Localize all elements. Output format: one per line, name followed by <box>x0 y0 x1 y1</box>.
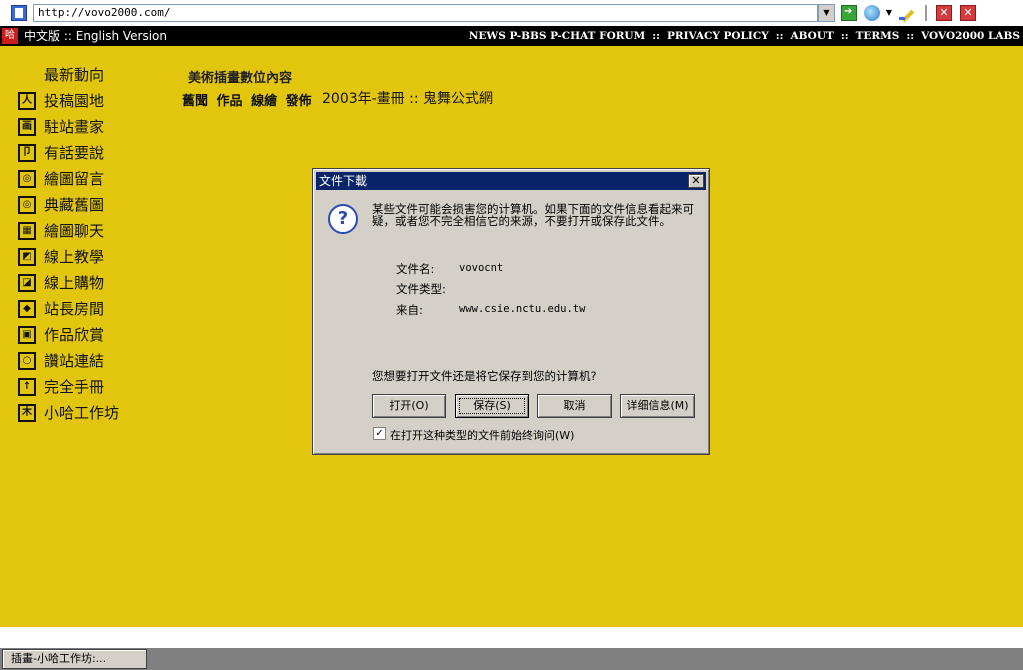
chevron-down-icon[interactable]: ▼ <box>884 5 894 21</box>
dialog-title-bar[interactable]: 文件下載 ✕ <box>316 172 706 190</box>
sidebar-item-admin-room[interactable]: ◆ 站長房間 <box>18 296 158 322</box>
sidebar-item-news[interactable]: 最新動向 <box>18 62 158 88</box>
sidebar-item-artists[interactable]: 画 駐站畫家 <box>18 114 158 140</box>
save-button[interactable]: 保存(S) <box>455 394 529 418</box>
nav-separator: :: <box>775 30 784 42</box>
sidebar-item-shop[interactable]: ◪ 線上購物 <box>18 270 158 296</box>
file-source-label: 来自: <box>396 303 423 317</box>
door-icon: ◆ <box>18 300 36 318</box>
easel-icon: 画 <box>18 118 36 136</box>
gear-icon: ◎ <box>18 170 36 188</box>
file-name-label: 文件名: <box>396 262 435 276</box>
nav-separator: :: <box>840 30 849 42</box>
close-icon[interactable]: ✕ <box>960 5 976 21</box>
sidebar-item-label: 完全手冊 <box>44 378 105 396</box>
dialog-close-button[interactable]: ✕ <box>688 174 704 188</box>
person-icon: 人 <box>18 92 36 110</box>
file-name-value: vovocnt <box>459 262 504 274</box>
tab-works[interactable]: 作品 <box>217 94 243 109</box>
details-button[interactable]: 详细信息(M) <box>620 394 695 418</box>
sidebar-item-manual[interactable]: ↑ 完全手冊 <box>18 374 158 400</box>
always-ask-checkbox[interactable]: ✓ <box>373 427 386 440</box>
nav-terms-link[interactable]: TERMS <box>856 30 900 42</box>
sidebar-item-label: 繪圖聊天 <box>44 222 105 240</box>
edit-pencil-icon[interactable] <box>899 5 915 21</box>
gear-icon: ◎ <box>18 196 36 214</box>
sidebar-item-label: 有話要說 <box>44 144 105 162</box>
content-tabs: 舊聞 作品 線繪 發佈 <box>182 90 316 109</box>
sidebar-item-submit[interactable]: 人 投稿園地 <box>18 88 158 114</box>
tab-line-art[interactable]: 線繪 <box>251 94 277 109</box>
close-window-icon[interactable]: ✕ <box>936 5 952 21</box>
nav-labs-link[interactable]: VOVO2000 LABS <box>921 30 1020 42</box>
sidebar: 最新動向 人 投稿園地 画 駐站畫家 卩 有話要說 ◎ 繪圖留言 ◎ 典藏舊圖 … <box>18 62 158 426</box>
nav-privacy-link[interactable]: PRIVACY POLICY <box>667 30 769 42</box>
taskbar: 插畫-小哈工作坊:... <box>0 648 1023 670</box>
page-icon <box>11 5 27 21</box>
sidebar-item-label: 線上購物 <box>44 274 105 292</box>
cancel-button[interactable]: 取消 <box>537 394 612 418</box>
url-input[interactable]: http://vovo2000.com/ <box>33 4 818 22</box>
arrow-up-icon: ↑ <box>18 378 36 396</box>
workshop-icon: 木 <box>18 404 36 422</box>
sidebar-item-label: 站長房間 <box>44 300 105 318</box>
sidebar-item-label: 投稿園地 <box>44 92 105 110</box>
address-bar: http://vovo2000.com/ ▼ ▼ ✕ ✕ <box>0 0 1023 27</box>
lang-chinese-link[interactable]: 中文版 <box>24 29 60 43</box>
nav-forum-link[interactable]: NEWS P-BBS P-CHAT FORUM <box>469 30 645 42</box>
speech-icon: 卩 <box>18 144 36 162</box>
file-download-dialog: 文件下載 ✕ ? 某些文件可能会损害您的计算机。如果下面的文件信息看起来可疑，或… <box>312 168 710 455</box>
always-ask-label[interactable]: 在打开这种类型的文件前始终询问(W) <box>390 427 574 443</box>
sidebar-item-label: 線上教學 <box>44 248 105 266</box>
nav-about-link[interactable]: ABOUT <box>790 30 833 42</box>
sidebar-item-talk[interactable]: 卩 有話要說 <box>18 140 158 166</box>
nav-separator: :: <box>652 30 660 42</box>
language-switch: 中文版 :: English Version <box>24 26 167 46</box>
sidebar-item-label: 典藏舊圖 <box>44 196 105 214</box>
link-icon: ○ <box>18 352 36 370</box>
sidebar-item-tutorials[interactable]: ◩ 線上教學 <box>18 244 158 270</box>
sidebar-item-label: 讚站連結 <box>44 352 105 370</box>
url-dropdown-button[interactable]: ▼ <box>818 4 835 22</box>
status-area <box>0 627 1023 648</box>
tab-old-news[interactable]: 舊聞 <box>182 94 208 109</box>
dialog-title: 文件下載 <box>319 174 368 188</box>
board-icon: ◩ <box>18 248 36 266</box>
open-button[interactable]: 打开(O) <box>372 394 446 418</box>
sidebar-item-workshop[interactable]: 木 小哈工作坊 <box>18 400 158 426</box>
warning-message: 某些文件可能会损害您的计算机。如果下面的文件信息看起来可疑，或者您不完全相信它的… <box>372 202 694 228</box>
content-heading: 美術插畫數位內容 <box>188 71 293 86</box>
content-title[interactable]: 2003年-畫冊 :: 鬼舞公式網 <box>322 88 493 108</box>
nav-separator: :: <box>906 30 915 42</box>
frame-icon: ▣ <box>18 326 36 344</box>
grid-icon: ▦ <box>18 222 36 240</box>
open-or-save-question: 您想要打开文件还是将它保存到您的计算机? <box>372 369 597 383</box>
sidebar-item-label: 小哈工作坊 <box>44 404 120 422</box>
sidebar-item-drawing-board[interactable]: ◎ 繪圖留言 <box>18 166 158 192</box>
sidebar-item-label: 駐站畫家 <box>44 118 105 136</box>
sidebar-item-archive[interactable]: ◎ 典藏舊圖 <box>18 192 158 218</box>
site-top-bar: 哈 中文版 :: English Version NEWS P-BBS P-CH… <box>0 26 1023 46</box>
file-source-value: www.csie.nctu.edu.tw <box>459 303 586 315</box>
sidebar-item-draw-chat[interactable]: ▦ 繪圖聊天 <box>18 218 158 244</box>
tab-publish[interactable]: 發佈 <box>286 94 312 109</box>
media-icon[interactable] <box>864 5 880 21</box>
lang-english-link[interactable]: English Version <box>76 29 167 43</box>
sidebar-item-label: 最新動向 <box>44 66 105 84</box>
lang-separator: :: <box>60 29 76 43</box>
toolbar-divider <box>925 5 927 21</box>
sidebar-item-label: 繪圖留言 <box>44 170 105 188</box>
sidebar-item-gallery[interactable]: ▣ 作品欣賞 <box>18 322 158 348</box>
go-icon[interactable] <box>841 5 857 21</box>
question-icon: ? <box>328 204 358 234</box>
sidebar-item-label: 作品欣賞 <box>44 326 105 344</box>
taskbar-window-button[interactable]: 插畫-小哈工作坊:... <box>2 649 147 669</box>
sidebar-item-links[interactable]: ○ 讚站連結 <box>18 348 158 374</box>
cart-icon: ◪ <box>18 274 36 292</box>
top-navigation: NEWS P-BBS P-CHAT FORUM:: PRIVACY POLICY:… <box>469 26 1020 46</box>
file-type-label: 文件类型: <box>396 282 446 296</box>
site-logo-icon[interactable]: 哈 <box>2 28 18 44</box>
